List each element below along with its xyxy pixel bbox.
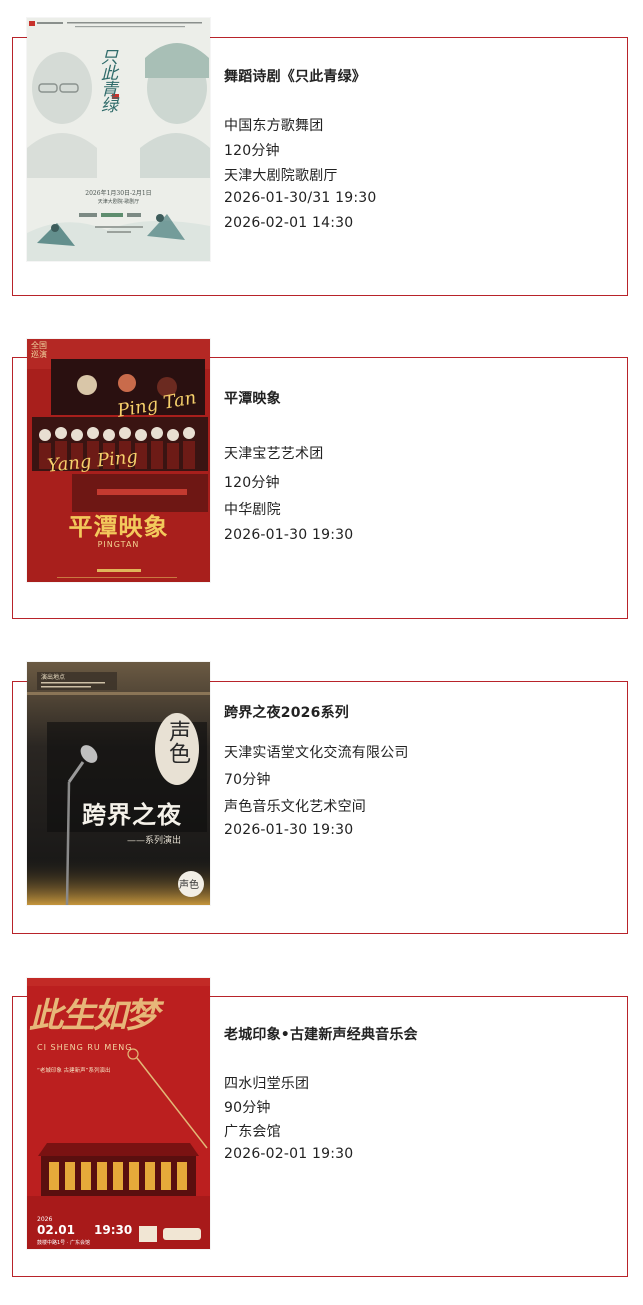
event-duration: 70分钟 [224, 772, 271, 788]
poster-subtitle: PINGTAN [97, 540, 140, 549]
event-company: 四水归堂乐团 [224, 1076, 310, 1092]
poster-venue: 天津大剧院·歌剧厅 [97, 199, 140, 205]
event-venue: 中华剧院 [224, 502, 281, 518]
poster-time: 19:30 [94, 1223, 133, 1237]
poster-logo-text: 声色 [165, 720, 190, 764]
event-time: 2026-02-01 14:30 [224, 215, 354, 231]
poster-tag: 演出地点 [41, 674, 66, 681]
event-duration: 120分钟 [224, 143, 280, 159]
event-poster[interactable]: 只此青绿 2026年1月30日-2月1日 天津大剧院·歌剧厅 [27, 18, 210, 261]
event-time: 2026-01-30 19:30 [224, 527, 354, 543]
event-venue: 天津大剧院歌剧厅 [224, 168, 338, 184]
event-info: 老城印象•古建新声经典音乐会 四水归堂乐团 90分钟 广东会馆 2026-02-… [224, 1022, 624, 1182]
event-time: 2026-01-30/31 19:30 [224, 190, 377, 206]
poster-series: “老城印象 古建新声”系列演出 [37, 1068, 111, 1074]
event-time: 2026-02-01 19:30 [224, 1146, 354, 1162]
poster-date: 2026年1月30日-2月1日 [85, 190, 152, 197]
event-poster[interactable]: 此生如梦 CI SHENG RU MENG “老城印象 古建新声”系列演出 20… [27, 978, 210, 1249]
event-title[interactable]: 老城印象•古建新声经典音乐会 [224, 1024, 418, 1044]
event-info: 跨界之夜2026系列 天津实语堂文化交流有限公司 70分钟 声色音乐文化艺术空间… [224, 700, 624, 850]
event-title[interactable]: 跨界之夜2026系列 [224, 702, 349, 722]
event-info: 舞蹈诗剧《只此青绿》 中国东方歌舞团 120分钟 天津大剧院歌剧厅 2026-0… [224, 64, 624, 244]
poster-pinyin: CI SHENG RU MENG [37, 1043, 133, 1052]
poster-year: 2026 [37, 1216, 53, 1223]
event-duration: 120分钟 [224, 475, 280, 491]
event-company: 天津实语堂文化交流有限公司 [224, 745, 409, 761]
event-title[interactable]: 平潭映象 [224, 388, 281, 408]
event-venue: 声色音乐文化艺术空间 [224, 799, 366, 815]
event-poster[interactable]: 演出地点 声色 跨界之夜 ——系列演出 声色 [27, 662, 210, 905]
event-title[interactable]: 舞蹈诗剧《只此青绿》 [224, 66, 366, 86]
poster-badge: 声色 [179, 880, 199, 891]
poster-corner-text: 全国巡演 [31, 341, 47, 359]
poster-subtitle: ——系列演出 [127, 836, 182, 846]
event-info: 平潭映象 天津宝艺艺术团 120分钟 中华剧院 2026-01-30 19:30 [224, 386, 624, 546]
poster-art [27, 662, 210, 905]
event-venue: 广东会馆 [224, 1124, 281, 1140]
event-poster[interactable]: 全国巡演 Ping Tan Yang Ping 平潭映象 PINGTAN [27, 339, 210, 582]
poster-title-art: 平潭映象 [68, 512, 169, 541]
poster-venue: 鼓楼中路1号 · 广东会馆 [37, 1240, 90, 1246]
event-duration: 90分钟 [224, 1100, 271, 1116]
poster-title-art: 跨界之夜 [82, 800, 182, 829]
event-company: 中国东方歌舞团 [224, 118, 324, 134]
event-time: 2026-01-30 19:30 [224, 822, 354, 838]
poster-date: 02.01 [37, 1223, 75, 1237]
poster-title-art: 此生如梦 [29, 996, 159, 1036]
event-company: 天津宝艺艺术团 [224, 446, 324, 462]
poster-title-art: 只此青绿 [97, 48, 117, 112]
